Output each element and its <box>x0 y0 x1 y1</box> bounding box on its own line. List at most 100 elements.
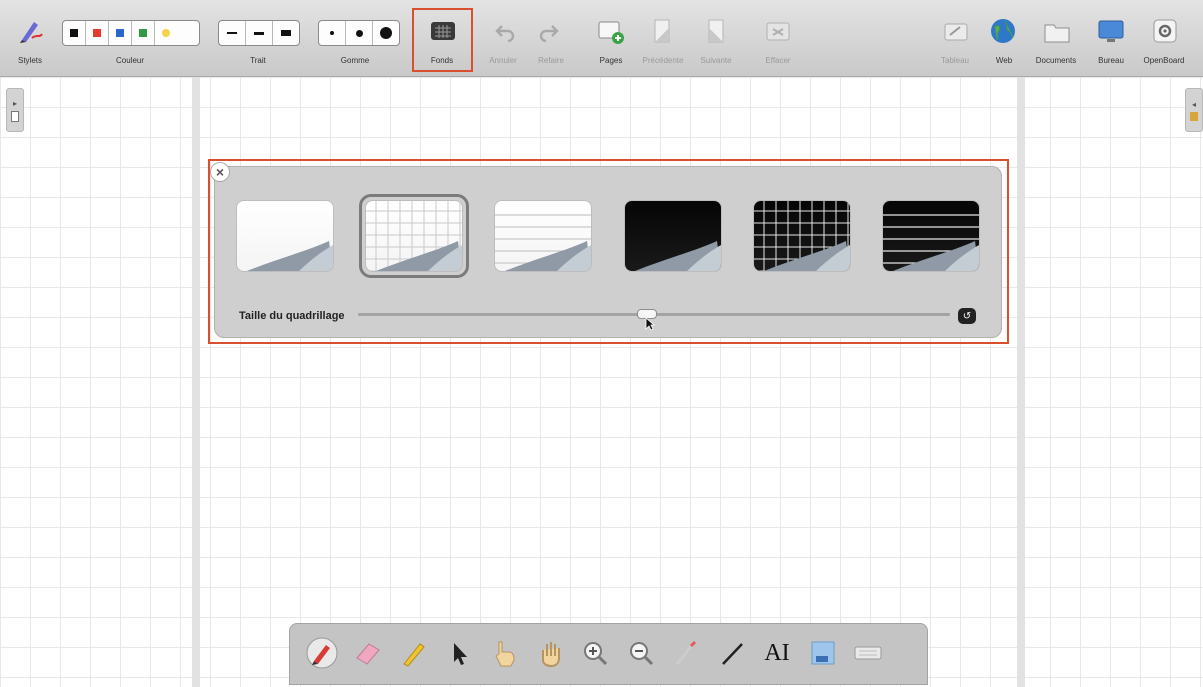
monitor-icon <box>1098 20 1124 42</box>
add-page-icon <box>598 21 624 44</box>
bureau-label: Bureau <box>1098 56 1124 65</box>
stroke-thin[interactable] <box>219 21 246 45</box>
annuler-label: Annuler <box>489 56 517 65</box>
dock-tool-line[interactable] <box>713 633 751 673</box>
eraser-medium[interactable] <box>346 21 373 45</box>
dock-tool-text[interactable]: AI <box>758 633 796 673</box>
laser-pointer-icon <box>675 640 697 665</box>
color-yellow[interactable] <box>155 21 177 45</box>
next-page-icon <box>708 19 724 43</box>
pages-button[interactable] <box>596 18 626 46</box>
page-margin-left <box>192 77 200 687</box>
reset-icon: ↺ <box>962 310 972 322</box>
dock-tool-pen[interactable] <box>303 633 341 673</box>
stroke-width-selector[interactable] <box>218 20 300 46</box>
folder-icon <box>1044 24 1070 43</box>
dock-tool-highlighter[interactable] <box>394 633 432 673</box>
main-toolbar: Stylets Couleur Trait Gomme Fonds Annule… <box>0 0 1203 77</box>
refaire-label: Refaire <box>538 56 564 65</box>
pages-label: Pages <box>599 56 623 65</box>
mouse-cursor-icon <box>645 317 655 331</box>
grid-size-label: Taille du quadrillage <box>239 310 345 322</box>
stroke-thick[interactable] <box>273 21 299 45</box>
stylets-label: Stylets <box>17 56 43 65</box>
precedente-label: Précédente <box>642 56 684 65</box>
stroke-medium[interactable] <box>246 21 273 45</box>
background-option-plain-white[interactable] <box>236 200 334 272</box>
previous-page-button[interactable] <box>650 16 674 46</box>
background-preview-icon <box>883 201 979 271</box>
pen-icon <box>306 637 338 669</box>
dock-tool-capture[interactable] <box>804 633 842 673</box>
expand-right-icon: ▸ <box>12 98 17 108</box>
couleur-label: Couleur <box>115 56 145 65</box>
dock-tool-keyboard[interactable] <box>849 633 887 673</box>
color-blue[interactable] <box>109 21 132 45</box>
background-option-lines-black[interactable] <box>882 200 980 272</box>
documents-label: Documents <box>1035 56 1077 65</box>
background-preview-icon <box>366 201 462 271</box>
line-icon <box>721 643 743 665</box>
dock-tool-laser-pointer[interactable] <box>667 633 705 673</box>
page-thumb-icon <box>11 110 19 122</box>
clear-page-icon <box>766 22 790 41</box>
pointer-icon <box>453 643 467 665</box>
dock-tool-zoom-out[interactable] <box>622 633 660 673</box>
openboard-menu-button[interactable] <box>1150 16 1180 46</box>
clear-button[interactable] <box>764 18 792 46</box>
eraser-large[interactable] <box>373 21 399 45</box>
color-black[interactable] <box>63 21 86 45</box>
undo-icon <box>495 25 515 42</box>
documents-button[interactable] <box>1042 18 1072 46</box>
fonds-highlight-frame <box>412 8 473 72</box>
close-palette-button[interactable]: × <box>211 163 229 181</box>
stylets-icon <box>20 22 43 43</box>
openboard-label: OpenBoard <box>1143 56 1185 65</box>
background-option-lines-white[interactable] <box>494 200 592 272</box>
tableau-label: Tableau <box>940 56 970 65</box>
redo-button[interactable] <box>536 20 562 44</box>
suivante-label: Suivante <box>700 56 732 65</box>
color-selector[interactable] <box>62 20 200 46</box>
globe-icon <box>991 19 1015 43</box>
stylets-button[interactable] <box>14 14 48 48</box>
right-panel-toggle[interactable]: ◂ <box>1185 88 1203 132</box>
dock-tool-pointer[interactable] <box>440 633 478 673</box>
background-option-plain-black[interactable] <box>624 200 722 272</box>
eraser-small[interactable] <box>319 21 346 45</box>
capture-icon <box>811 641 834 665</box>
dock-tool-eraser[interactable] <box>349 633 387 673</box>
color-red[interactable] <box>86 21 109 45</box>
gear-icon <box>1153 19 1177 43</box>
trait-label: Trait <box>250 56 266 65</box>
eraser-size-selector[interactable] <box>318 20 400 46</box>
background-preview-icon <box>625 201 721 271</box>
dock-tool-pan-hand[interactable] <box>531 633 569 673</box>
dock-tool-zoom-in[interactable] <box>576 633 614 673</box>
redo-icon <box>539 25 559 42</box>
undo-button[interactable] <box>492 20 518 44</box>
expand-left-icon: ◂ <box>1191 99 1196 109</box>
desktop-button[interactable] <box>1096 18 1126 46</box>
dock-tool-interact-hand[interactable] <box>485 633 523 673</box>
board-icon <box>944 23 968 41</box>
pan-hand-icon <box>541 642 560 668</box>
zoom-out-icon <box>629 642 653 666</box>
color-green[interactable] <box>132 21 155 45</box>
zoom-in-icon <box>584 642 608 666</box>
background-preview-icon <box>495 201 591 271</box>
left-panel-toggle[interactable]: ▸ <box>6 88 24 132</box>
web-label: Web <box>995 56 1013 65</box>
background-option-grid-black[interactable] <box>753 200 851 272</box>
reset-grid-size-button[interactable]: ↺ <box>958 308 976 324</box>
text-icon: AI <box>764 639 790 666</box>
page-margin-right <box>1017 77 1025 687</box>
close-icon: × <box>215 164 225 180</box>
board-mode-button[interactable] <box>942 18 970 46</box>
library-icon <box>1190 111 1198 121</box>
next-page-button[interactable] <box>704 16 728 46</box>
effacer-label: Effacer <box>765 56 791 65</box>
web-button[interactable] <box>988 16 1018 46</box>
background-option-grid-white[interactable] <box>365 200 463 272</box>
gomme-label: Gomme <box>340 56 370 65</box>
